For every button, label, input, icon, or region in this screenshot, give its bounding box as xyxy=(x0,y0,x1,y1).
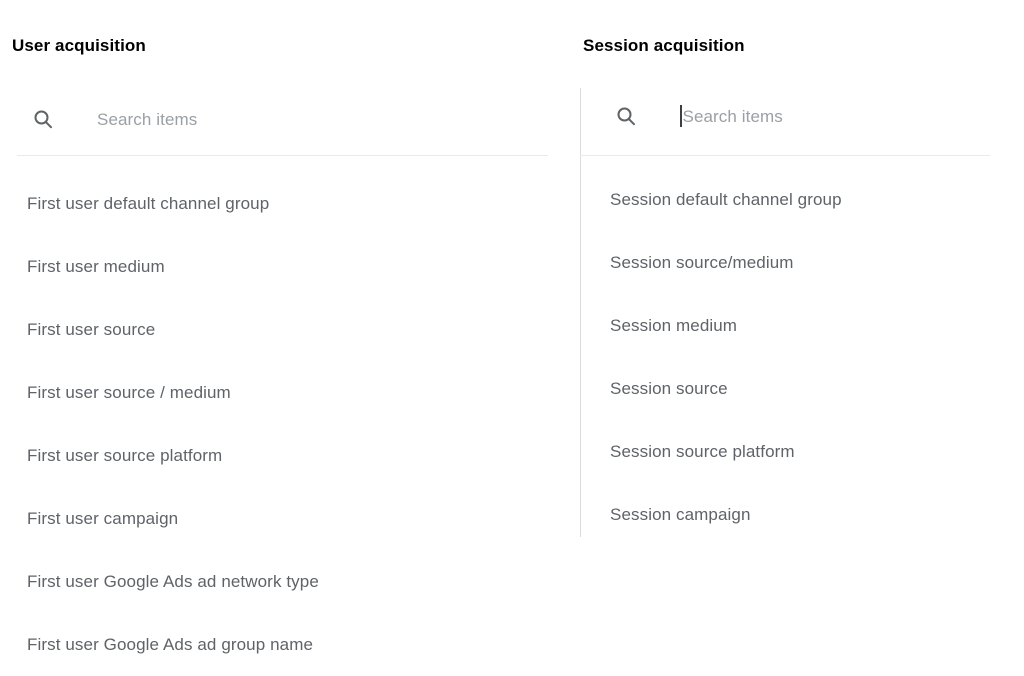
search-placeholder: Search items xyxy=(682,106,783,126)
list-item[interactable]: First user source xyxy=(0,298,560,361)
list-item[interactable]: First user medium xyxy=(0,235,560,298)
session-acquisition-item-list: Session default channel group Session so… xyxy=(600,168,1020,546)
session-acquisition-title: Session acquisition xyxy=(583,36,745,56)
list-item[interactable]: First user default channel group xyxy=(0,172,560,235)
list-item[interactable]: Session source/medium xyxy=(600,231,1020,294)
search-input[interactable]: Search items xyxy=(97,104,548,134)
list-item[interactable]: Session campaign xyxy=(600,483,1020,546)
search-underline xyxy=(580,155,990,156)
list-item[interactable]: First user source / medium xyxy=(0,361,560,424)
list-item[interactable]: First user campaign xyxy=(0,487,560,550)
user-acquisition-item-list: First user default channel group First u… xyxy=(0,172,560,676)
list-item[interactable]: First user Google Ads ad group name xyxy=(0,613,560,676)
search-input[interactable]: Search items xyxy=(680,101,1010,131)
user-acquisition-title: User acquisition xyxy=(12,36,146,56)
list-item[interactable]: Session default channel group xyxy=(600,168,1020,231)
session-acquisition-search-row[interactable]: Search items xyxy=(600,92,1010,140)
acquisition-dimension-picker: User acquisition Search items First user… xyxy=(0,0,1024,674)
search-placeholder: Search items xyxy=(97,109,198,129)
list-item[interactable]: First user source platform xyxy=(0,424,560,487)
user-acquisition-search-row[interactable]: Search items xyxy=(17,95,548,143)
list-item[interactable]: Session source platform xyxy=(600,420,1020,483)
search-underline xyxy=(17,155,548,156)
list-item[interactable]: Session medium xyxy=(600,294,1020,357)
search-icon xyxy=(31,107,55,131)
text-caret xyxy=(680,105,682,127)
search-icon xyxy=(614,104,638,128)
list-item[interactable]: Session source xyxy=(600,357,1020,420)
list-item[interactable]: First user Google Ads ad network type xyxy=(0,550,560,613)
